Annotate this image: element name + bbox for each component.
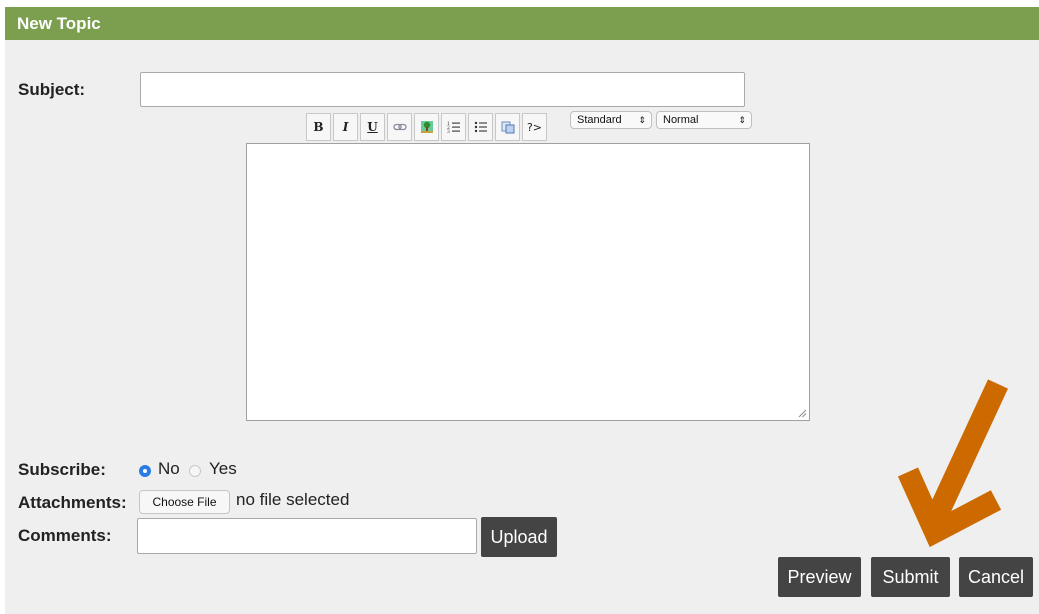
bold-button[interactable]: B — [306, 113, 331, 141]
size-select[interactable]: Normal ⇕ — [656, 111, 752, 129]
copy-button[interactable] — [495, 113, 520, 141]
bold-icon: B — [313, 120, 324, 134]
comments-input[interactable] — [137, 518, 477, 554]
message-body-textarea[interactable] — [246, 143, 810, 421]
attachments-label: Attachments: — [18, 493, 127, 512]
upload-button[interactable]: Upload — [481, 517, 557, 557]
cancel-button[interactable]: Cancel — [959, 557, 1033, 597]
choose-file-button[interactable]: Choose File — [139, 490, 230, 514]
subscribe-no-radio[interactable] — [139, 465, 151, 477]
svg-text:3: 3 — [447, 129, 450, 134]
italic-button[interactable]: I — [333, 113, 358, 141]
link-button[interactable] — [387, 113, 412, 141]
comments-label: Comments: — [18, 526, 112, 545]
font-select-value: Standard — [577, 114, 622, 126]
select-arrow-icon: ⇕ — [738, 115, 746, 125]
copy-icon — [501, 121, 514, 134]
select-arrow-icon: ⇕ — [638, 115, 646, 125]
subscribe-yes-radio[interactable] — [189, 465, 201, 477]
subject-label: Subject: — [18, 80, 86, 99]
code-icon: ?> — [526, 120, 543, 134]
editor-toolbar: B I U 123 ?> — [306, 113, 549, 141]
page-title: New Topic — [5, 7, 1039, 40]
subscribe-yes-label: Yes — [209, 459, 237, 478]
unordered-list-button[interactable] — [468, 113, 493, 141]
size-select-value: Normal — [663, 114, 699, 126]
code-button[interactable]: ?> — [522, 113, 547, 141]
ordered-list-icon: 123 — [447, 121, 460, 134]
ordered-list-button[interactable]: 123 — [441, 113, 466, 141]
resize-grip-icon[interactable] — [798, 409, 807, 418]
subscribe-label: Subscribe: — [18, 460, 106, 479]
italic-icon: I — [342, 120, 349, 134]
underline-button[interactable]: U — [360, 113, 385, 141]
unordered-list-icon — [474, 121, 487, 133]
image-icon — [420, 121, 433, 133]
submit-button[interactable]: Submit — [871, 557, 950, 597]
underline-icon: U — [367, 120, 378, 134]
preview-button[interactable]: Preview — [778, 557, 861, 597]
annotation-arrow-icon — [897, 379, 1008, 548]
font-select[interactable]: Standard ⇕ — [570, 111, 652, 129]
subscribe-no-label: No — [158, 459, 180, 478]
file-status-text: no file selected — [236, 490, 350, 509]
image-button[interactable] — [414, 113, 439, 141]
subject-input[interactable] — [140, 72, 745, 107]
link-icon — [392, 123, 407, 131]
